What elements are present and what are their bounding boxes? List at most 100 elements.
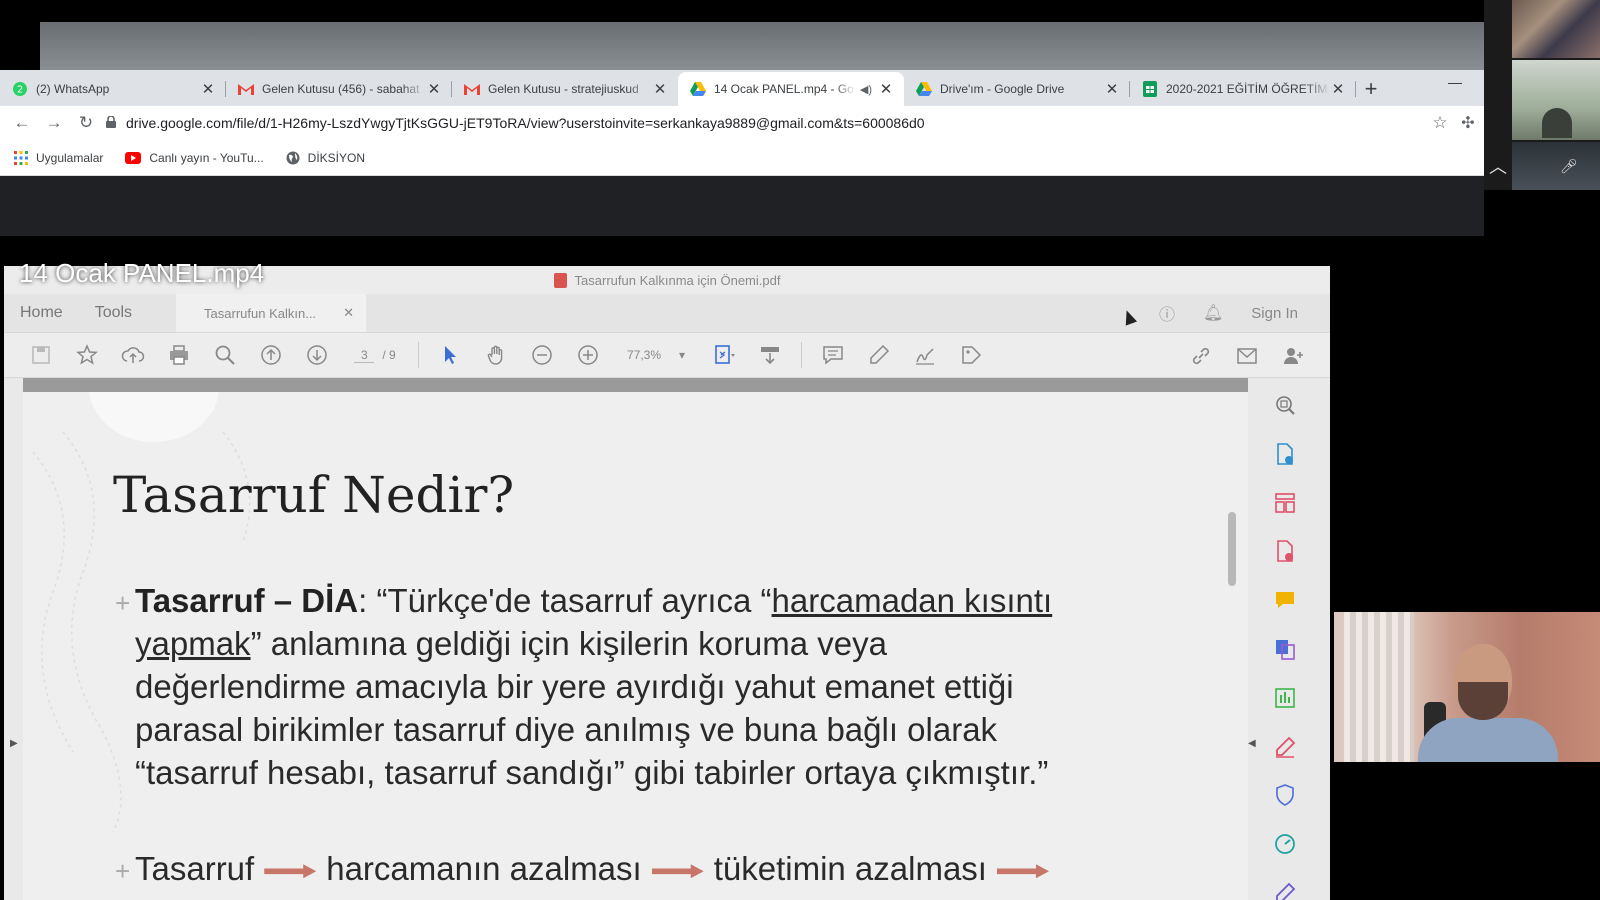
forward-arrow-icon[interactable]: → bbox=[38, 113, 70, 133]
tab-sheets[interactable]: 2020-2021 EĞİTİM ÖĞRETİM ✕ bbox=[1130, 72, 1356, 106]
comment-tool-icon[interactable] bbox=[1272, 587, 1298, 613]
add-user-icon[interactable] bbox=[1270, 344, 1316, 368]
participant-video-thumbnail[interactable] bbox=[1512, 60, 1600, 140]
optimize-pdf-icon[interactable] bbox=[1272, 831, 1298, 857]
hand-tool-icon[interactable] bbox=[473, 343, 519, 367]
zoom-level-select[interactable]: 77,3% ▾ bbox=[611, 348, 701, 362]
bookmark-star-icon[interactable] bbox=[64, 343, 110, 367]
reload-icon[interactable]: ↻ bbox=[70, 113, 102, 133]
drive-viewer-header bbox=[0, 176, 1484, 236]
page-current[interactable]: 3 bbox=[354, 348, 375, 363]
save-icon[interactable] bbox=[18, 343, 64, 367]
slide-paragraph-1: Tasarruf – DİA: “Türkçe'de tasarruf ayrı… bbox=[135, 579, 1125, 794]
close-icon[interactable]: ✕ bbox=[343, 305, 354, 321]
left-panel-caret-icon[interactable]: ▶ bbox=[10, 738, 18, 749]
zoom-value: 77,3% bbox=[626, 348, 661, 362]
tab-label: 2020-2021 EĞİTİM ÖĞRETİM bbox=[1166, 82, 1328, 96]
menu-tools[interactable]: Tools bbox=[79, 304, 148, 322]
organize-pages-icon[interactable] bbox=[1272, 490, 1298, 516]
pdf-page: Tasarruf Nedir? + Tasarruf – DİA: “Türkç… bbox=[23, 378, 1248, 900]
tab-whatsapp[interactable]: 2 (2) WhatsApp ✕ bbox=[0, 72, 226, 106]
right-panel-caret-icon[interactable]: ◀ bbox=[1248, 738, 1256, 749]
upload-cloud-icon[interactable] bbox=[110, 343, 156, 367]
bullet-plus-icon: + bbox=[115, 856, 131, 886]
export-pdf-icon[interactable] bbox=[1272, 441, 1298, 467]
stamp-tag-icon[interactable] bbox=[948, 343, 994, 367]
globe-icon bbox=[286, 151, 300, 165]
acrobat-doc-tab[interactable]: Tasarrufun Kalkın... ✕ bbox=[176, 294, 367, 332]
select-cursor-icon[interactable] bbox=[427, 343, 473, 367]
menu-home[interactable]: Home bbox=[4, 304, 79, 322]
close-icon[interactable]: ✕ bbox=[878, 80, 894, 98]
link-icon[interactable] bbox=[1178, 344, 1224, 368]
zoom-in-icon[interactable] bbox=[565, 343, 611, 367]
screen: 2 (2) WhatsApp ✕ Gelen Kutusu (456) - sa… bbox=[0, 0, 1600, 900]
tab-gmail-1[interactable]: Gelen Kutusu (456) - sabahat ✕ bbox=[226, 72, 452, 106]
back-arrow-icon[interactable]: ← bbox=[6, 113, 38, 133]
svg-text:2: 2 bbox=[17, 85, 23, 96]
sign-in-link[interactable]: Sign In bbox=[1251, 305, 1298, 322]
tab-drive-video[interactable]: 14 Ocak PANEL.mp4 - Go ◀) ✕ bbox=[678, 72, 904, 106]
tab-label: Gelen Kutusu (456) - sabahat bbox=[262, 82, 420, 96]
presenter-webcam-video[interactable] bbox=[1334, 612, 1600, 762]
tab-label: 14 Ocak PANEL.mp4 - Go bbox=[714, 82, 854, 96]
page-down-icon[interactable] bbox=[294, 343, 340, 367]
text-run: tüketimin azalması bbox=[713, 850, 987, 887]
document-viewport[interactable]: Tasarruf Nedir? + Tasarruf – DİA: “Türkç… bbox=[4, 378, 1330, 900]
bookmark-star-icon[interactable]: ☆ bbox=[1426, 113, 1454, 133]
tab-gmail-2[interactable]: Gelen Kutusu - stratejiuskud ✕ bbox=[452, 72, 678, 106]
print-icon[interactable] bbox=[156, 343, 202, 367]
page-up-icon[interactable] bbox=[248, 343, 294, 367]
more-tools-pen-icon[interactable] bbox=[1272, 880, 1298, 900]
google-drive-icon bbox=[916, 81, 932, 97]
bell-icon[interactable]: 🔔︎ bbox=[1203, 303, 1223, 323]
extensions-puzzle-icon[interactable]: ✣ bbox=[1454, 113, 1482, 133]
address-bar-row: ← → ↻ drive.google.com/file/d/1-H26my-Ls… bbox=[0, 106, 1484, 140]
gmail-icon bbox=[464, 81, 480, 97]
close-icon[interactable]: ✕ bbox=[1104, 80, 1120, 98]
combine-files-icon[interactable] bbox=[1272, 636, 1298, 662]
close-icon[interactable]: ✕ bbox=[200, 80, 216, 98]
youtube-icon bbox=[125, 151, 142, 164]
video-frame-acrobat[interactable]: Tasarrufun Kalkınma için Önemi.pdf Home … bbox=[4, 266, 1330, 900]
enhance-scan-icon[interactable] bbox=[1272, 392, 1298, 418]
edit-pdf-pen-icon[interactable] bbox=[1272, 734, 1298, 760]
bookmark-youtube[interactable]: Canlı yayın - YouTu... bbox=[125, 150, 264, 165]
page-number-field[interactable]: 3 / 9 bbox=[340, 348, 410, 363]
slide-paragraph-2: Tasarruf harcamanın azalması tüketimin aza… bbox=[135, 847, 1235, 890]
zoom-out-icon[interactable] bbox=[519, 343, 565, 367]
mic-muted-icon: 🎤︎ bbox=[1560, 158, 1578, 174]
close-icon[interactable]: ✕ bbox=[652, 80, 668, 98]
pdf-icon bbox=[553, 272, 567, 288]
url-field[interactable]: drive.google.com/file/d/1-H26my-LszdYwgy… bbox=[106, 109, 1426, 137]
chevron-up-icon[interactable]: ︿ bbox=[1484, 142, 1512, 190]
fill-sign-icon[interactable] bbox=[1272, 685, 1298, 711]
vertical-scrollbar[interactable] bbox=[1228, 512, 1236, 586]
bookmarks-bar: Uygulamalar Canlı yayın - YouTu... DİKSİ… bbox=[0, 140, 1484, 176]
protect-shield-icon[interactable] bbox=[1272, 783, 1298, 809]
minimize-icon[interactable]: — bbox=[1448, 74, 1462, 90]
email-icon[interactable] bbox=[1224, 344, 1270, 368]
bookmark-label: Canlı yayın - YouTu... bbox=[149, 150, 264, 165]
participant-video-thumbnail[interactable] bbox=[1512, 142, 1600, 190]
help-icon[interactable]: ⓘ bbox=[1159, 301, 1175, 325]
bookmark-apps[interactable]: Uygulamalar bbox=[14, 150, 103, 165]
underlined-text: yapmak bbox=[135, 625, 251, 662]
comment-icon[interactable] bbox=[810, 343, 856, 367]
participant-video-thumbnail[interactable] bbox=[1512, 0, 1600, 58]
highlight-pen-icon[interactable] bbox=[856, 343, 902, 367]
scroll-mode-icon[interactable] bbox=[747, 343, 793, 367]
bookmark-label: DİKSİYON bbox=[307, 150, 366, 165]
sign-icon[interactable] bbox=[902, 343, 948, 367]
close-icon[interactable]: ✕ bbox=[1330, 80, 1346, 98]
participant-thumbnails: ︿ bbox=[1484, 0, 1600, 190]
new-tab-button[interactable]: + bbox=[1356, 72, 1386, 106]
close-icon[interactable]: ✕ bbox=[426, 80, 442, 98]
page-fit-icon[interactable] bbox=[701, 343, 747, 367]
google-drive-icon bbox=[690, 81, 706, 97]
speaker-icon[interactable]: ◀) bbox=[860, 83, 872, 96]
tab-drive[interactable]: Drive'ım - Google Drive ✕ bbox=[904, 72, 1130, 106]
bookmark-diksiyon[interactable]: DİKSİYON bbox=[286, 151, 365, 165]
search-icon[interactable] bbox=[202, 343, 248, 367]
create-pdf-icon[interactable] bbox=[1272, 538, 1298, 564]
